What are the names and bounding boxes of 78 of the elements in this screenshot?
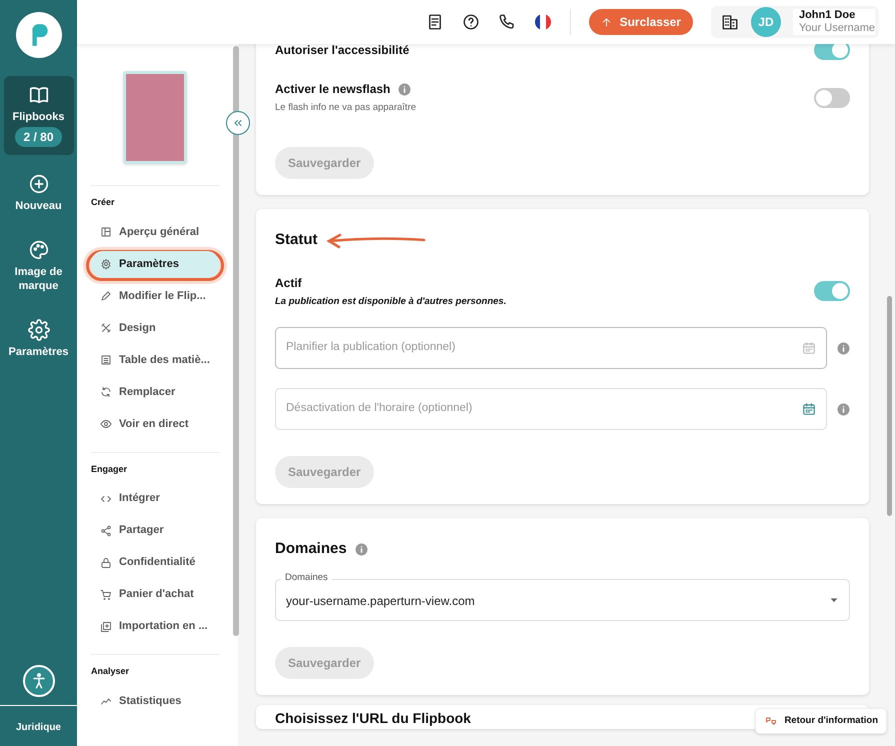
sidebar-item[interactable]: Table des matiè...	[91, 346, 219, 374]
palette-icon	[28, 239, 50, 261]
footer-link[interactable]: Juridique	[16, 722, 61, 733]
toggle-switch[interactable]	[814, 88, 850, 108]
flag-icon[interactable]	[534, 13, 552, 31]
feedback-button[interactable]: Retour d'information	[755, 708, 887, 734]
date-field[interactable]: Planifier la publication (optionnel)	[275, 327, 827, 369]
sidebar-item[interactable]: Paramètres	[91, 250, 219, 278]
scrollbar-thumb[interactable]	[887, 296, 892, 516]
setting-description: Le flash info ne va pas apparaître	[275, 101, 416, 115]
setting-label: Autoriser l'accessibilité	[275, 44, 410, 59]
count-badge: 2 / 80	[15, 127, 62, 147]
pencil-icon	[100, 290, 112, 302]
rail-label: Flipbooks	[12, 110, 64, 124]
feedback-icon	[764, 715, 778, 727]
info-icon	[837, 342, 850, 354]
help-icon[interactable]	[462, 13, 480, 31]
calendar-icon	[802, 341, 816, 355]
sidebar-item[interactable]: Importation en ...	[91, 613, 219, 640]
user-menu[interactable]: JD John1 Doe Your Username	[710, 6, 879, 38]
section-heading: Statut	[275, 230, 318, 250]
rail-label: Nouveau	[15, 199, 62, 213]
rail-item[interactable]: Nouveau	[4, 165, 74, 221]
sidebar-item[interactable]: Voir en direct	[91, 410, 219, 438]
sidebar-item[interactable]: Confidentialité	[91, 549, 219, 576]
sidebar-item[interactable]: Partager	[91, 517, 219, 544]
share-icon	[100, 524, 112, 536]
rail-label: Image de marque	[14, 265, 64, 293]
toggle-switch[interactable]	[814, 44, 850, 60]
list-icon	[100, 354, 112, 366]
section-title: Créer	[91, 196, 116, 209]
logo[interactable]	[16, 12, 62, 58]
domain-select[interactable]: your-username.paperturn-view.com	[275, 578, 850, 620]
import-icon	[100, 620, 112, 632]
info-icon	[837, 402, 850, 416]
book-icon	[28, 84, 50, 106]
accessibility-button[interactable]	[22, 665, 54, 697]
avatar: JD	[750, 7, 781, 37]
plus-circle-icon	[28, 173, 50, 195]
section-title: Analyser	[91, 665, 130, 678]
sidebar-item[interactable]: Aperçu général	[91, 218, 219, 246]
toggle-switch[interactable]	[814, 281, 850, 302]
section-heading: Domaines	[275, 539, 347, 559]
username: Your Username	[798, 22, 875, 35]
user-name: John1 Doe	[798, 9, 856, 22]
rail-label: Paramètres	[8, 345, 68, 359]
eye-icon	[100, 418, 112, 430]
settings-icon	[28, 319, 50, 341]
sidebar-item[interactable]: Statistiques	[91, 688, 219, 714]
lock-icon	[100, 556, 112, 568]
cart-icon	[100, 588, 112, 600]
section-title: Engager	[91, 462, 128, 476]
setting-label: Activer le newsflash	[275, 81, 390, 98]
setting-label: Actif	[275, 274, 302, 292]
sidebar-item[interactable]: Modifier le Flip...	[91, 282, 219, 310]
date-field[interactable]: Désactivation de l'horaire (optionnel)	[275, 388, 827, 430]
double-chevron-left-icon	[232, 117, 244, 129]
layout-icon	[100, 226, 112, 238]
rail-item[interactable]: Image de marque	[4, 231, 74, 301]
sidebar-item[interactable]: Design	[91, 314, 219, 342]
rail-item[interactable]: Flipbooks 2 / 80	[4, 76, 74, 155]
rail-item[interactable]: Paramètres	[4, 311, 74, 367]
collapse-button[interactable]	[226, 111, 250, 135]
building-icon	[720, 13, 739, 31]
date-input[interactable]: Désactivation de l'horaire (optionnel)	[286, 400, 802, 418]
section-heading: Choisissez l'URL du Flipbook	[275, 708, 471, 728]
gear-icon	[100, 258, 112, 270]
date-input[interactable]: Planifier la publication (optionnel)	[286, 339, 802, 357]
tools-icon	[100, 322, 112, 334]
sidebar-item[interactable]: Intégrer	[91, 485, 219, 512]
phone-icon[interactable]	[498, 13, 516, 31]
sidebar-item[interactable]: Remplacer	[91, 378, 219, 406]
setting-description: La publication est disponible à d'autres personnes.	[275, 294, 506, 309]
refresh-icon	[100, 386, 112, 398]
scrollbar-thumb[interactable]	[232, 46, 239, 636]
arrow-up-icon	[600, 16, 612, 28]
sidebar-item[interactable]: Panier d'achat	[91, 581, 219, 608]
calendar-icon	[802, 402, 816, 416]
